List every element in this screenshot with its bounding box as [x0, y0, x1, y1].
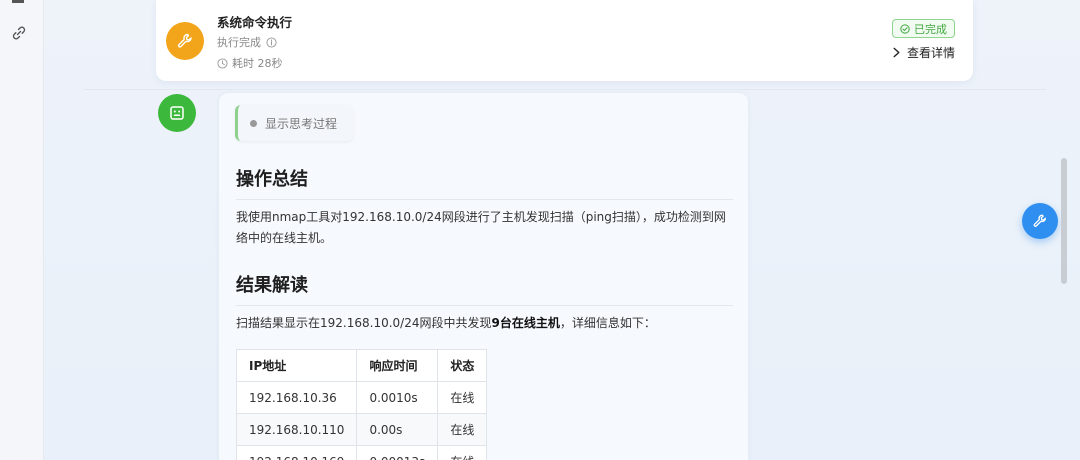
menu-icon[interactable]	[12, 0, 24, 3]
table-cell-response: 0.00s	[356, 413, 439, 446]
table-header-status: 状态	[437, 349, 488, 382]
table-cell-response: 0.00013s	[356, 445, 439, 460]
result-text-bold: 9台在线主机	[491, 316, 560, 330]
status-badge: 已完成	[892, 19, 955, 38]
table-cell-status: 在线	[437, 413, 488, 446]
result-text-prefix: 扫描结果显示在192.168.10.0/24网段中共发现	[236, 316, 492, 330]
link-icon[interactable]	[10, 24, 28, 42]
wrench-icon	[1033, 214, 1046, 227]
show-thinking-label: 显示思考过程	[265, 116, 338, 131]
summary-heading: 操作总结	[236, 165, 733, 200]
view-details-button[interactable]: 查看详情	[892, 44, 955, 61]
task-status-text: 执行完成	[217, 36, 261, 49]
table-header-ip: IP地址	[235, 349, 358, 382]
result-text: 扫描结果显示在192.168.10.0/24网段中共发现9台在线主机，详细信息如…	[236, 313, 736, 334]
tool-avatar	[166, 22, 204, 60]
task-duration: 耗时 28秒	[217, 55, 283, 71]
show-thinking-toggle[interactable]: 显示思考过程	[235, 105, 353, 141]
table-header-row: IP地址 响应时间 状态	[235, 349, 488, 382]
check-circle-icon	[900, 23, 910, 34]
robot-icon	[170, 106, 184, 120]
view-details-label: 查看详情	[906, 46, 955, 60]
dot-icon	[250, 119, 257, 127]
task-duration-text: 耗时 28秒	[232, 57, 283, 70]
result-text-suffix: ，详细信息如下：	[559, 316, 656, 330]
clock-icon	[217, 57, 228, 69]
table-cell-ip: 192.168.10.110	[235, 413, 358, 446]
summary-text: 我使用nmap工具对192.168.10.0/24网段进行了主机发现扫描（pin…	[236, 210, 726, 245]
status-badge-text: 已完成	[914, 22, 947, 36]
chevron-right-icon	[893, 47, 900, 58]
ai-avatar	[158, 94, 196, 132]
divider	[84, 89, 1046, 90]
result-heading: 结果解读	[236, 271, 733, 306]
table-header-response: 响应时间	[356, 349, 439, 382]
tools-fab-button[interactable]	[1022, 203, 1058, 239]
host-table: IP地址 响应时间 状态 192.168.10.36 0.0010s 在线 19…	[235, 349, 488, 460]
assistant-message: 显示思考过程 操作总结 我使用nmap工具对192.168.10.0/24网段进…	[218, 92, 749, 460]
task-status: 执行完成	[217, 34, 277, 50]
table-cell-response: 0.0010s	[356, 381, 439, 414]
left-sidebar	[0, 0, 44, 460]
table-cell-ip: 192.168.10.36	[235, 381, 358, 414]
wrench-icon	[177, 33, 192, 48]
task-card: 系统命令执行 执行完成 耗时 28秒 已完成 查看详情	[156, 0, 973, 81]
table-cell-status: 在线	[437, 445, 488, 460]
scrollbar-thumb[interactable]	[1061, 158, 1067, 284]
info-icon[interactable]	[266, 36, 277, 48]
table-row: 192.168.10.36 0.0010s 在线	[235, 381, 488, 414]
table-cell-status: 在线	[437, 381, 488, 414]
table-row: 192.168.10.110 0.00s 在线	[235, 413, 488, 446]
table-row: 192.168.10.169 0.00013s 在线	[235, 445, 488, 460]
table-cell-ip: 192.168.10.169	[235, 445, 358, 460]
task-title: 系统命令执行	[217, 15, 293, 30]
